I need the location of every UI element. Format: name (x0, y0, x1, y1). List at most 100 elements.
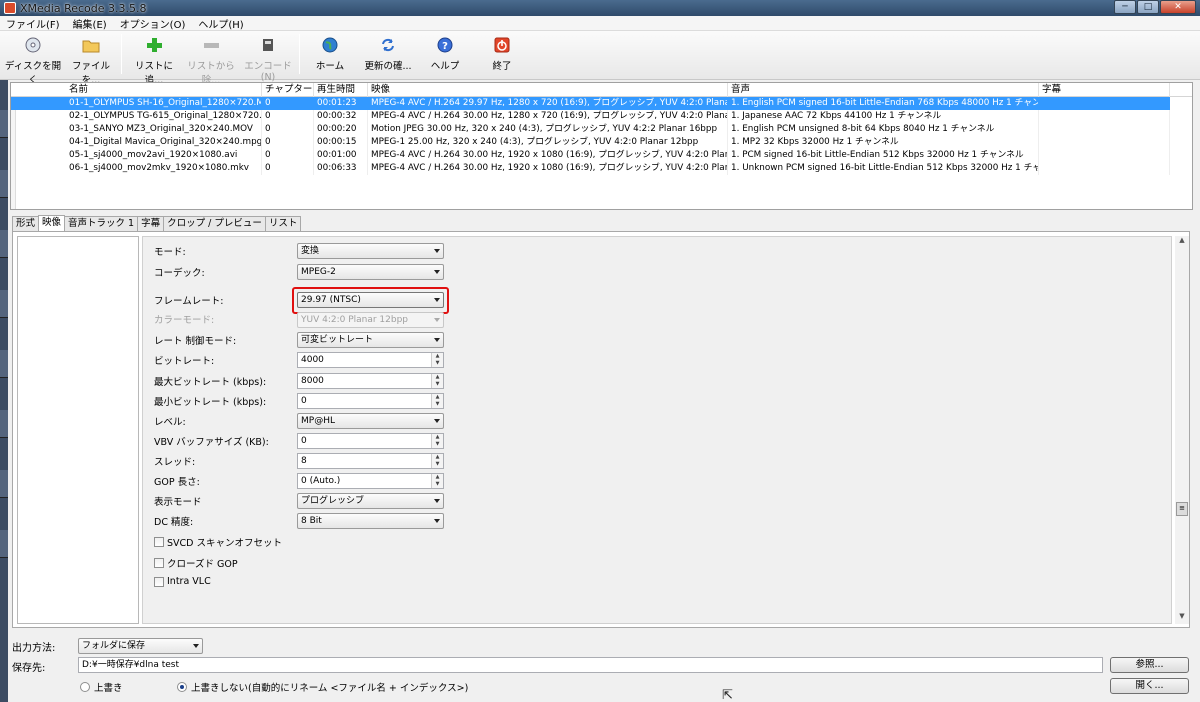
video-settings-panel: モード: 変換 コーデック: MPEG-2 フレームレート: 29.97 (NT… (12, 231, 1190, 628)
chevron-down-icon (434, 519, 440, 523)
column-duration[interactable]: 再生時間 (314, 83, 368, 97)
tab-format[interactable]: 形式 (12, 216, 40, 231)
help-button[interactable]: ? ヘルプ (422, 35, 468, 75)
svcd-scan-offset-checkbox[interactable]: SVCD スキャンオフセット (154, 535, 282, 549)
open-disc-button[interactable]: ディスクを開く (4, 35, 62, 86)
exit-button[interactable]: 終了 (480, 35, 524, 75)
table-row[interactable]: 05-1_sj4000_mov2avi_1920×1080.avi 0 00:0… (11, 149, 1170, 162)
ratecontrol-select[interactable]: 可変ビットレート (297, 332, 444, 348)
maxbitrate-stepper[interactable]: 8000 ▲ ▼ (297, 373, 444, 389)
chevron-down-icon (434, 318, 440, 322)
table-row[interactable]: 01-1_OLYMPUS SH-16_Original_1280×720.MOV… (11, 97, 1170, 110)
browse-button[interactable]: 参照... (1110, 657, 1189, 673)
app-icon (4, 2, 16, 14)
threads-label: スレッド: (154, 457, 196, 468)
file-list-header: 名前 チャプター 再生時間 映像 音声 字幕 (11, 83, 1192, 97)
stream-list[interactable] (17, 236, 139, 624)
close-button[interactable]: ✕ (1160, 0, 1196, 14)
menu-edit[interactable]: 編集(E) (73, 16, 107, 31)
cell-name: 02-1_OLYMPUS TG-615_Original_1280×720.MP… (66, 110, 262, 123)
overwrite-radio[interactable]: 上書き (80, 680, 123, 694)
title-bar: XMedia Recode 3.3.5.8 ─ □ ✕ (0, 0, 1200, 16)
encode-icon (259, 36, 277, 54)
menu-file[interactable]: ファイル(F) (6, 16, 60, 31)
spin-up-icon: ▲ (435, 454, 440, 460)
remove-from-list-button[interactable]: リストから除... (181, 35, 241, 86)
save-path-input[interactable]: D:¥一時保存¥dlna test (78, 657, 1103, 673)
file-list[interactable]: 名前 チャプター 再生時間 映像 音声 字幕 01-1_OLYMPUS SH-1… (10, 82, 1193, 210)
table-row[interactable]: 02-1_OLYMPUS TG-615_Original_1280×720.MP… (11, 110, 1170, 123)
minbitrate-stepper[interactable]: 0 ▲ ▼ (297, 393, 444, 409)
menu-options[interactable]: オプション(O) (120, 16, 186, 31)
chevron-down-icon (434, 338, 440, 342)
intra-vlc-checkbox[interactable]: Intra VLC (154, 576, 211, 587)
cell-name: 01-1_OLYMPUS SH-16_Original_1280×720.MOV (66, 97, 262, 110)
scroll-thumb[interactable]: ≡ (1176, 502, 1188, 516)
spin-up-icon: ▲ (435, 353, 440, 359)
tab-video[interactable]: 映像 (38, 215, 66, 231)
scroll-up-icon[interactable]: ▲ (1175, 236, 1189, 248)
cell-audio: 1. English PCM signed 16-bit Little-Endi… (728, 97, 1039, 110)
chevron-down-icon (434, 270, 440, 274)
vbv-stepper[interactable]: 0 ▲ ▼ (297, 433, 444, 449)
dc-precision-select[interactable]: 8 Bit (297, 513, 444, 529)
minus-icon (202, 36, 220, 54)
spin-down-icon: ▼ (435, 441, 440, 447)
minimize-button[interactable]: ─ (1114, 0, 1136, 14)
tab-audio-track[interactable]: 音声トラック 1 (64, 216, 139, 231)
tab-list[interactable]: リスト (264, 216, 302, 231)
output-method-select[interactable]: フォルダに保存 (78, 638, 203, 654)
maximize-button[interactable]: □ (1137, 0, 1159, 14)
chevron-down-icon (434, 298, 440, 302)
cell-video: MPEG-4 AVC / H.264 30.00 Hz, 1920 x 1080… (368, 162, 728, 175)
encode-button[interactable]: エンコード(N) (240, 35, 296, 83)
spin-down-icon: ▼ (435, 461, 440, 467)
cell-video: MPEG-4 AVC / H.264 29.97 Hz, 1280 x 720 … (368, 97, 728, 110)
table-row[interactable]: 06-1_sj4000_mov2mkv_1920×1080.mkv 0 00:0… (11, 162, 1170, 175)
menu-help[interactable]: ヘルプ(H) (198, 16, 243, 31)
cell-chapter: 0 (262, 162, 314, 175)
column-video[interactable]: 映像 (368, 83, 728, 97)
tab-subtitles[interactable]: 字幕 (137, 216, 165, 231)
open-file-button[interactable]: ファイルを... (64, 35, 118, 86)
level-select[interactable]: MP@HL (297, 413, 444, 429)
no-overwrite-radio[interactable]: 上書きしない(自動的にリネーム <ファイル名 + インデックス>) (177, 680, 468, 694)
cell-chapter: 0 (262, 136, 314, 149)
home-button[interactable]: ホーム (305, 35, 355, 75)
column-name[interactable]: 名前 (66, 83, 262, 97)
globe-icon (321, 36, 339, 54)
add-to-list-button[interactable]: リストに追... (126, 35, 182, 86)
column-audio[interactable]: 音声 (728, 83, 1039, 97)
disc-icon (24, 36, 42, 54)
svg-text:?: ? (442, 41, 448, 52)
gop-stepper[interactable]: 0 (Auto.) ▲ ▼ (297, 473, 444, 489)
open-button[interactable]: 開く... (1110, 678, 1189, 694)
toolbar: ディスクを開く ファイルを... リストに追... リストから除... エンコー… (0, 31, 1200, 86)
column-subtitles[interactable]: 字幕 (1039, 83, 1170, 97)
cell-chapter: 0 (262, 110, 314, 123)
spin-up-icon: ▲ (435, 434, 440, 440)
tab-crop-preview[interactable]: クロップ / プレビュー (163, 216, 266, 231)
cell-name: 05-1_sj4000_mov2avi_1920×1080.avi (66, 149, 262, 162)
closed-gop-checkbox[interactable]: クローズド GOP (154, 556, 238, 570)
column-chapter[interactable]: チャプター (262, 83, 314, 97)
framerate-select[interactable]: 29.97 (NTSC) (297, 292, 444, 308)
gop-label: GOP 長さ: (154, 477, 200, 488)
table-row[interactable]: 03-1_SANYO MZ3_Original_320×240.MOV 0 00… (11, 123, 1170, 136)
cell-video: Motion JPEG 30.00 Hz, 320 x 240 (4:3), プ… (368, 123, 728, 136)
bitrate-stepper[interactable]: 4000 ▲ ▼ (297, 352, 444, 368)
table-row[interactable]: 04-1_Digital Mavica_Original_320×240.mpg… (11, 136, 1170, 149)
cell-chapter: 0 (262, 123, 314, 136)
cell-chapter: 0 (262, 149, 314, 162)
scroll-down-icon[interactable]: ▼ (1175, 612, 1189, 624)
spin-down-icon: ▼ (435, 360, 440, 366)
colormode-select[interactable]: YUV 4:2:0 Planar 12bpp (297, 312, 444, 328)
display-mode-select[interactable]: プログレッシブ (297, 493, 444, 509)
mode-select[interactable]: 変換 (297, 243, 444, 259)
check-update-button[interactable]: 更新の確... (360, 35, 416, 75)
codec-select[interactable]: MPEG-2 (297, 264, 444, 280)
cell-duration: 00:01:23 (314, 97, 368, 110)
threads-stepper[interactable]: 8 ▲ ▼ (297, 453, 444, 469)
menu-bar: ファイル(F) 編集(E) オプション(O) ヘルプ(H) (0, 16, 1200, 31)
settings-scrollbar[interactable]: ▲ ≡ ▼ (1175, 236, 1189, 624)
